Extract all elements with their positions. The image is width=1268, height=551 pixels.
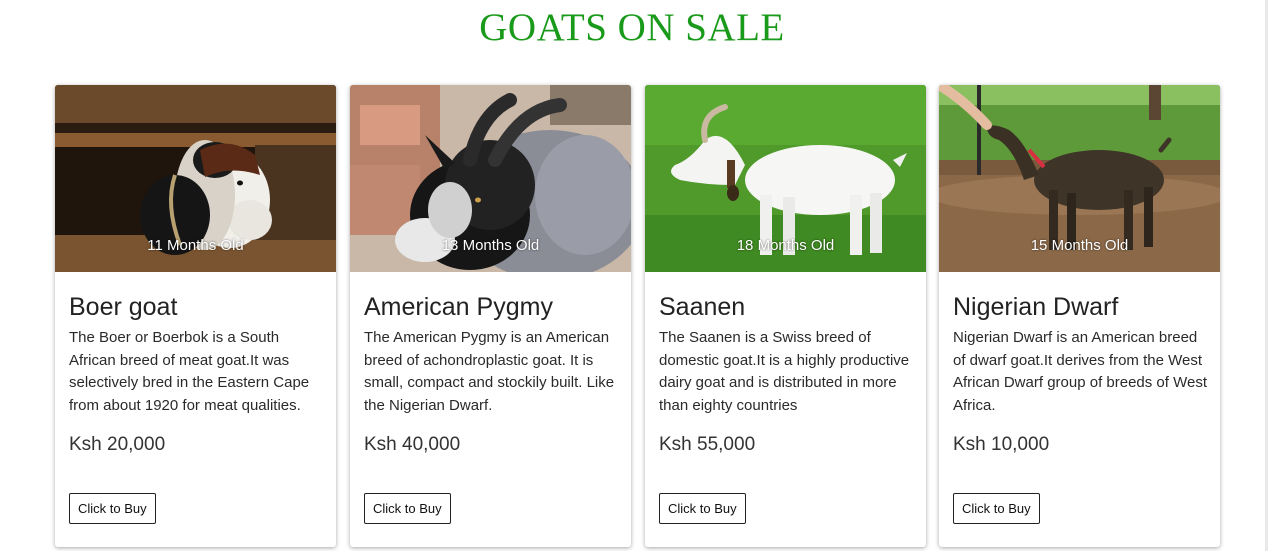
age-label: 18 Months Old — [736, 237, 835, 254]
saanen-goat-photo: 18 Months Old — [645, 85, 926, 272]
goat-price: Ksh 55,000 — [659, 434, 756, 455]
goat-name: Nigerian Dwarf — [953, 293, 1119, 321]
age-label: 15 Months Old — [1030, 237, 1129, 254]
goat-name: American Pygmy — [364, 293, 553, 321]
goat-card-boer: 11 Months Old Boer goat The Boer or Boer… — [55, 85, 336, 547]
goat-price: Ksh 20,000 — [69, 434, 166, 455]
goat-name: Boer goat — [69, 293, 178, 321]
nigerian-dwarf-goat-photo: 15 Months Old — [939, 85, 1220, 272]
buy-button-american-pygmy[interactable]: Click to Buy — [364, 493, 451, 524]
age-label: 13 Months Old — [441, 237, 540, 254]
age-label: 11 Months Old — [147, 237, 244, 254]
goat-price: Ksh 10,000 — [953, 434, 1050, 455]
goat-description: Nigerian Dwarf is an American breed of d… — [953, 329, 1208, 415]
goat-description: The American Pygmy is an American breed … — [364, 329, 615, 415]
page-title: GOATS ON SALE — [479, 6, 785, 49]
goat-description: The Boer or Boerbok is a South African b… — [69, 329, 310, 415]
goat-name: Saanen — [659, 293, 746, 321]
goat-card-nigerian-dwarf: 15 Months Old Nigerian Dwarf Nigerian Dw… — [939, 85, 1220, 547]
buy-button-saanen[interactable]: Click to Buy — [659, 493, 746, 524]
american-pygmy-goat-photo: 13 Months Old — [350, 85, 631, 272]
boer-goat-photo: 11 Months Old — [55, 85, 336, 272]
goat-card-saanen: 18 Months Old Saanen The Saanen is a Swi… — [645, 85, 926, 547]
buy-button-nigerian-dwarf[interactable]: Click to Buy — [953, 493, 1040, 524]
goat-card-american-pygmy: 13 Months Old American Pygmy The America… — [350, 85, 631, 547]
goat-description: The Saanen is a Swiss breed of domestic … — [659, 329, 910, 415]
buy-button-boer[interactable]: Click to Buy — [69, 493, 156, 524]
goat-price: Ksh 40,000 — [364, 434, 461, 455]
